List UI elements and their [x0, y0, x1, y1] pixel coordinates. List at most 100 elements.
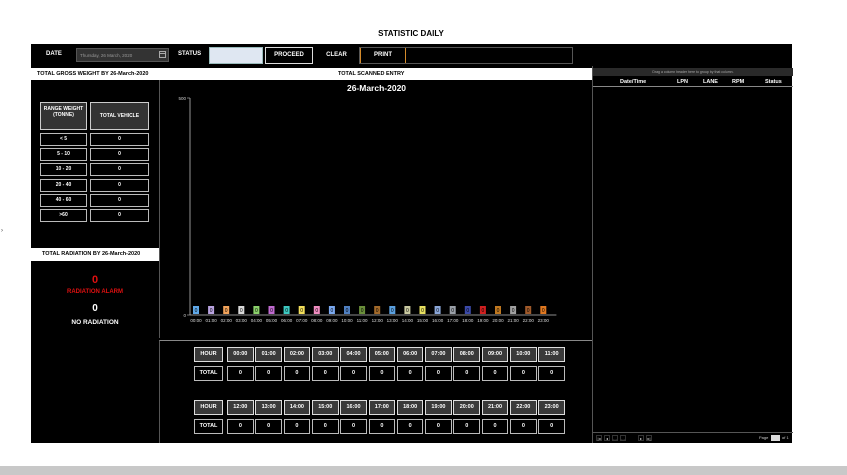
weight-range-cell: 5 - 10 — [40, 148, 87, 162]
page-title: STATISTIC DAILY — [378, 29, 444, 38]
gross-weight-title: TOTAL GROSS WEIGHT BY 26-March-2020 — [37, 71, 149, 77]
hour-header-cell: 13:00 — [255, 400, 282, 415]
page-number-2[interactable]: … — [620, 435, 626, 441]
data-label: 0 — [361, 308, 364, 314]
x-tick-label: 12:00 — [372, 318, 384, 323]
hour-row-label: HOUR — [194, 347, 223, 362]
date-picker-input[interactable]: Thursday, 26 March, 2020 — [76, 48, 169, 62]
page-of-label: of 1 — [782, 435, 789, 440]
hour-total-cell: 0 — [311, 366, 339, 381]
hour-header-cell: 18:00 — [396, 400, 424, 415]
hour-table-panel: HOUR TOTAL 00:00 0 01:00 0 02:00 0 03:00 0 04:00 0 0… — [159, 340, 592, 443]
data-label: 0 — [270, 308, 273, 314]
app-window: DATE Thursday, 26 March, 2020 STATUS PRO… — [31, 44, 793, 443]
x-tick-label: 00:00 — [190, 318, 202, 323]
hour-header-cell: 05:00 — [368, 347, 396, 362]
hour-total-cell: 0 — [396, 419, 424, 434]
hour-total-cell: 0 — [538, 419, 565, 434]
weight-range-cell: >60 — [40, 209, 87, 222]
status-field[interactable] — [209, 47, 263, 64]
x-tick-label: 13:00 — [387, 318, 399, 323]
vehicle-total-cell: 0 — [90, 209, 149, 222]
vehicle-total-cell: 0 — [90, 148, 149, 162]
hour-header-cell: 23:00 — [538, 400, 565, 415]
data-label: 0 — [451, 308, 454, 314]
x-tick-label: 15:00 — [417, 318, 429, 323]
hour-total-cell: 0 — [510, 366, 537, 381]
hour-total-cell: 0 — [340, 419, 367, 434]
hour-header-cell: 10:00 — [510, 347, 537, 362]
hour-header-cell: 17:00 — [368, 400, 396, 415]
weight-panel: RANGE WEIGHT (TONNE) TOTAL VEHICLE < 505 -… — [31, 80, 159, 443]
column-header-rpm[interactable]: RPM — [732, 79, 744, 85]
x-tick-label: 17:00 — [447, 318, 459, 323]
clear-button[interactable]: CLEAR — [315, 47, 358, 64]
hour-header-cell: 11:00 — [538, 347, 565, 362]
collapse-caret-icon[interactable]: › — [1, 228, 3, 234]
hour-header-cell: 02:00 — [283, 347, 311, 362]
hour-header-cell: 14:00 — [283, 400, 311, 415]
data-label: 0 — [195, 308, 198, 314]
x-tick-label: 06:00 — [281, 318, 293, 323]
hour-header-cell: 21:00 — [481, 400, 509, 415]
hour-total-cell: 0 — [538, 366, 565, 381]
hour-header-cell: 20:00 — [453, 400, 481, 415]
x-tick-label: 03:00 — [236, 318, 248, 323]
hour-header-cell: 19:00 — [425, 400, 452, 415]
radiation-alarm-label: RADIATION ALARM — [67, 289, 123, 295]
x-tick-label: 05:00 — [266, 318, 278, 323]
hour-total-cell: 0 — [481, 366, 509, 381]
data-label: 0 — [512, 308, 515, 314]
page-number-1[interactable]: … — [612, 435, 618, 441]
data-label: 0 — [376, 308, 379, 314]
column-header-lane[interactable]: LANE — [703, 79, 718, 85]
x-tick-label: 22:00 — [523, 318, 535, 323]
x-tick-label: 16:00 — [432, 318, 444, 323]
group-by-drop-area[interactable]: Drag a column header here to group by th… — [593, 68, 793, 76]
data-label: 0 — [240, 308, 243, 314]
hour-header-cell: 12:00 — [227, 400, 254, 415]
page-number-input[interactable] — [771, 435, 780, 441]
column-header-status[interactable]: Status — [765, 79, 782, 85]
first-page-icon[interactable]: |◂ — [596, 435, 602, 441]
hour-total-cell: 0 — [425, 419, 452, 434]
weight-range-cell: 20 - 40 — [40, 178, 87, 192]
last-page-icon[interactable]: ▸| — [646, 435, 652, 441]
date-label: DATE — [46, 51, 62, 57]
prev-page-icon[interactable]: ◂ — [604, 435, 610, 441]
x-tick-label: 07:00 — [296, 318, 308, 323]
toolbar: DATE Thursday, 26 March, 2020 STATUS PRO… — [31, 44, 792, 66]
hour-row-label: HOUR — [194, 400, 223, 415]
data-label: 0 — [210, 308, 213, 314]
hour-total-cell: 0 — [255, 366, 282, 381]
data-label: 0 — [527, 308, 530, 314]
x-tick-label: 19:00 — [477, 318, 489, 323]
calendar-icon[interactable] — [159, 51, 166, 58]
x-tick-label: 14:00 — [402, 318, 414, 323]
hour-header-cell: 22:00 — [510, 400, 537, 415]
y-tick-label: 500 — [178, 96, 186, 101]
x-tick-label: 20:00 — [492, 318, 504, 323]
column-header-datetime[interactable]: Date/Time — [620, 79, 646, 85]
hour-header-cell: 09:00 — [481, 347, 509, 362]
data-label: 0 — [542, 308, 545, 314]
vehicle-total-cell: 0 — [90, 178, 149, 192]
column-header-lpn[interactable]: LPN — [677, 79, 688, 85]
data-label: 0 — [466, 308, 469, 314]
page-label: Page — [759, 435, 769, 440]
proceed-button[interactable]: PROCEED — [265, 47, 313, 64]
print-button[interactable]: PRINT — [360, 48, 406, 63]
y-tick-label: 0 — [183, 313, 186, 318]
hour-total-cell: 0 — [255, 419, 282, 434]
radiation-alarm-count: 0 — [91, 274, 99, 286]
radiation-panel: TOTAL RADIATION BY 26-March-2020 0 RADIA… — [31, 248, 159, 443]
hour-total-cell: 0 — [283, 366, 311, 381]
data-label: 0 — [346, 308, 349, 314]
x-tick-label: 10:00 — [341, 318, 353, 323]
hour-total-cell: 0 — [453, 366, 481, 381]
grid-column-headers: Date/Time LPN LANE RPM Status — [593, 77, 793, 87]
data-label: 0 — [436, 308, 439, 314]
data-label: 0 — [497, 308, 500, 314]
hour-total-cell: 0 — [453, 419, 481, 434]
next-page-icon[interactable]: ▸ — [638, 435, 644, 441]
